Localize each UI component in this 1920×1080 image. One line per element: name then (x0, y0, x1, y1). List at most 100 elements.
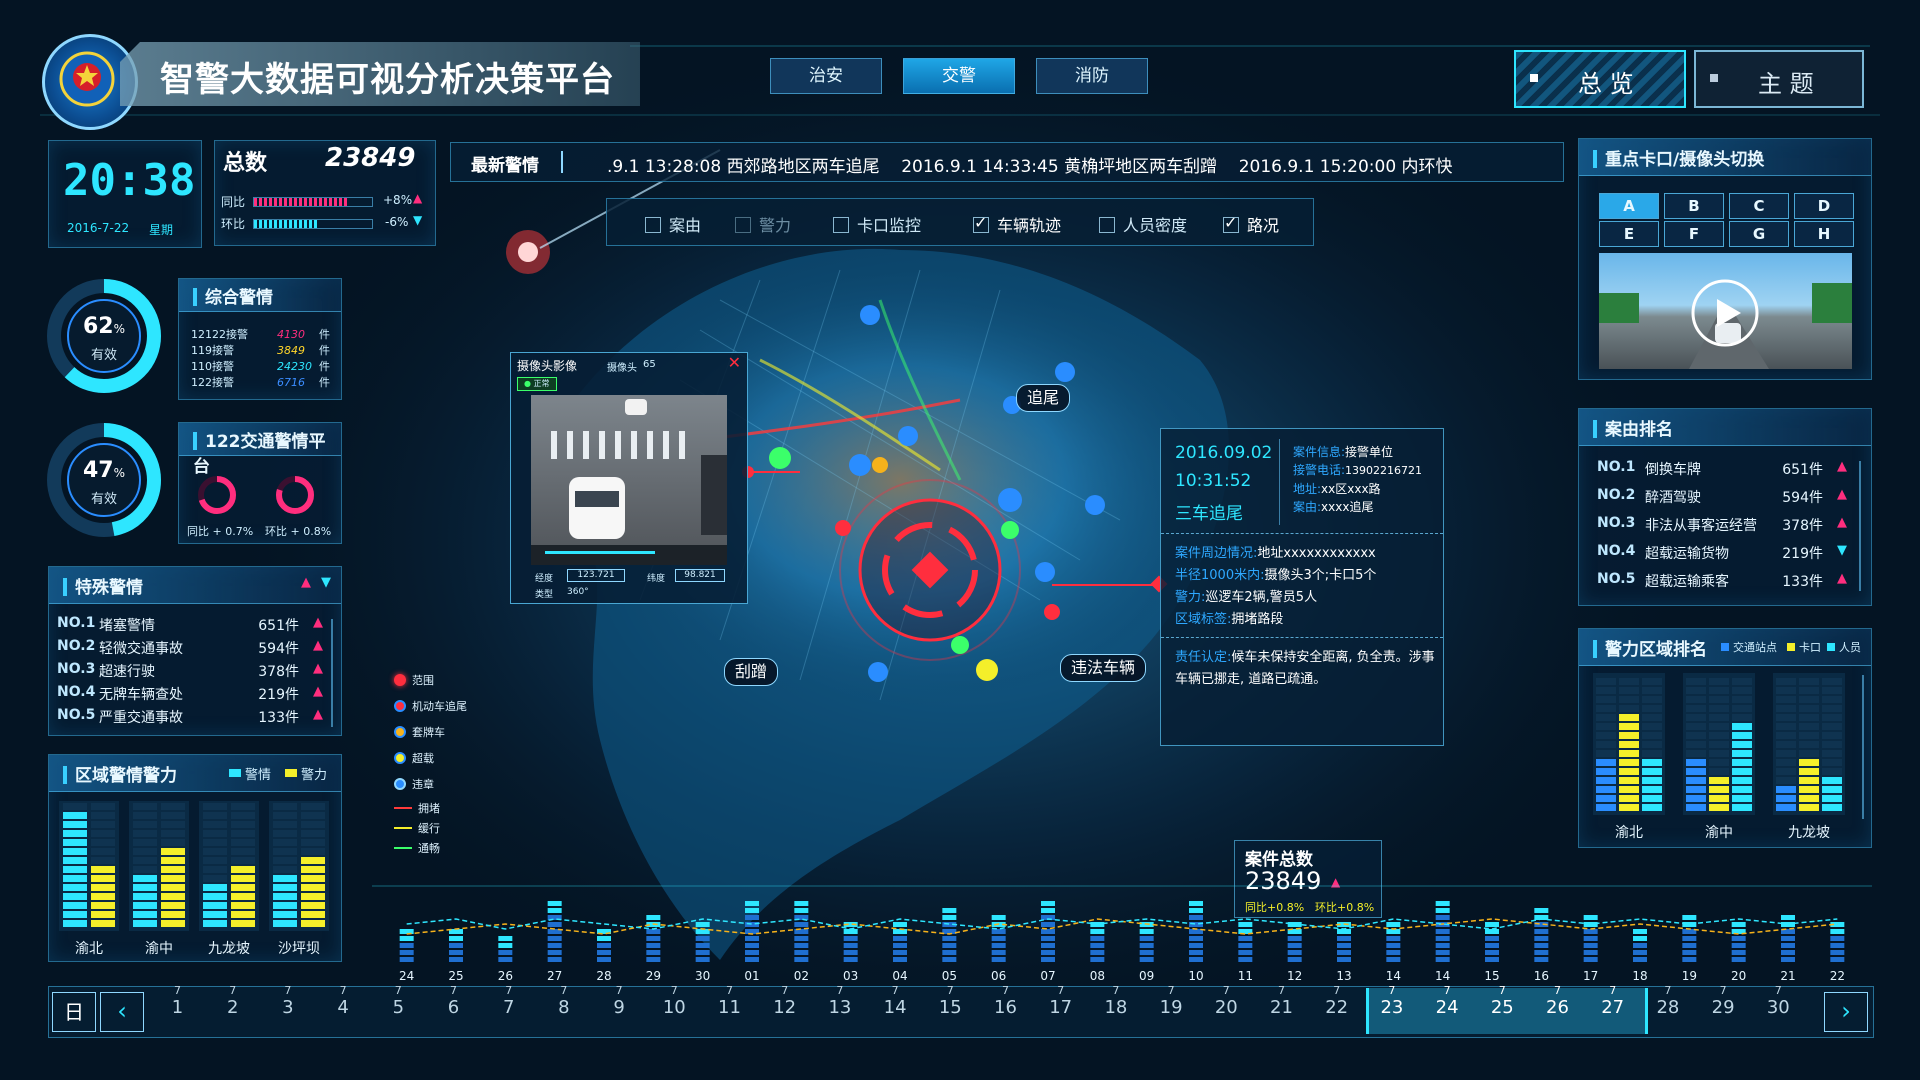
camera-button-d[interactable]: D (1794, 193, 1854, 219)
timeline-day[interactable]: 7 27 (1585, 980, 1640, 1030)
camera-button-h[interactable]: H (1794, 221, 1854, 247)
bar-警情 (203, 821, 227, 828)
list-item[interactable]: NO.2 醉酒驾驶 594件 ▲ (1597, 487, 1857, 509)
layer-police-checkbox[interactable] (735, 217, 751, 233)
list-item[interactable]: NO.1 倒换车牌 651件 ▲ (1597, 459, 1857, 481)
timeline-day[interactable]: 7 12 (757, 980, 812, 1030)
sort-down-icon[interactable]: ▼ (321, 575, 331, 590)
bar-警情 (273, 857, 297, 864)
layer-road-condition[interactable]: 路况 (1223, 212, 1279, 236)
list-item[interactable]: NO.4 超载运输货物 219件 ▼ (1597, 543, 1857, 565)
list-item[interactable]: NO.1 堵塞警情 651件 ▲ (57, 615, 333, 637)
tab-fire[interactable]: 消防 (1036, 58, 1148, 94)
timeline-prev-button[interactable]: ‹ (100, 992, 144, 1032)
mom-label: 环比 (221, 217, 246, 231)
layer-checkpoint-label: 卡口监控 (857, 216, 922, 235)
timeline-day[interactable]: 75 (371, 980, 426, 1030)
timeline-day[interactable]: 72 (205, 980, 260, 1030)
map-label-rear-end[interactable]: 追尾 (1016, 384, 1071, 412)
bar (1731, 922, 1746, 927)
timeline-day[interactable]: 7 11 (702, 980, 757, 1030)
list-item[interactable]: NO.2 轻微交通事故 594件 ▲ (57, 638, 333, 660)
timeline-day[interactable]: 7 29 (1696, 980, 1751, 1030)
list-item[interactable]: NO.4 无牌车辆查处 219件 ▲ (57, 684, 333, 706)
layer-toolbar: 案由 警力 卡口监控 车辆轨迹 人员密度 路况 (606, 198, 1314, 246)
timeline-day[interactable]: 7 30 (1751, 980, 1806, 1030)
timeline-day[interactable]: 7 14 (868, 980, 923, 1030)
list-item[interactable]: NO.5 严重交通事故 133件 ▲ (57, 707, 333, 729)
layer-crowd-density[interactable]: 人员密度 (1099, 212, 1187, 236)
map-label-scrape[interactable]: 刮蹭 (724, 658, 779, 686)
timeline-day[interactable]: 7 25 (1475, 980, 1530, 1030)
sort-up-icon[interactable]: ▲ (301, 575, 311, 590)
layer-case-checkbox[interactable] (645, 217, 661, 233)
rank-count: 651件 (258, 618, 299, 634)
bar-交通站点 (1596, 804, 1616, 811)
layer-crowd-density-checkbox[interactable] (1099, 217, 1115, 233)
bar (1386, 936, 1401, 941)
timeline-day[interactable]: 7 18 (1088, 980, 1143, 1030)
timeline-day[interactable]: 7 26 (1530, 980, 1585, 1030)
layer-vehicle-track-checkbox[interactable] (973, 213, 989, 233)
rank-name: 醉酒驾驶 (1645, 490, 1701, 506)
camera-button-a[interactable]: A (1599, 193, 1659, 219)
bar-人员 (1732, 768, 1752, 775)
camera-button-c[interactable]: C (1729, 193, 1789, 219)
theme-marker (1710, 74, 1718, 82)
timeline-day[interactable]: 74 (316, 980, 371, 1030)
list-item[interactable]: NO.3 非法从事客运经营 378件 ▲ (1597, 515, 1857, 537)
timeline-day[interactable]: 79 (592, 980, 647, 1030)
layer-checkpoint-checkbox[interactable] (833, 217, 849, 233)
timeline-day[interactable]: 73 (260, 980, 315, 1030)
layer-checkpoint[interactable]: 卡口监控 (833, 212, 921, 236)
bar (1090, 936, 1105, 941)
timeline-day[interactable]: 77 (481, 980, 536, 1030)
bar-卡口 (1619, 768, 1639, 775)
bar-卡口 (1619, 795, 1639, 802)
map-label-illegal-vehicle[interactable]: 违法车辆 (1060, 654, 1147, 682)
timeline-day[interactable]: 7 17 (1033, 980, 1088, 1030)
scrollbar[interactable] (1859, 461, 1861, 591)
camera-button-g[interactable]: G (1729, 221, 1789, 247)
tab-public-security[interactable]: 治安 (770, 58, 882, 94)
timeline-day[interactable]: 76 (426, 980, 481, 1030)
camera-video[interactable] (531, 395, 727, 565)
timeline-day[interactable]: 78 (536, 980, 591, 1030)
timeline-next-button[interactable]: › (1824, 992, 1868, 1032)
overview-button[interactable]: 总 览 (1514, 50, 1686, 108)
layer-case[interactable]: 案由 (645, 212, 701, 236)
list-item[interactable]: NO.5 超载运输乘客 133件 ▲ (1597, 571, 1857, 593)
legend-personnel-swatch (1827, 643, 1835, 651)
timeline-day[interactable]: 7 20 (1199, 980, 1254, 1030)
region-alerts-panel: 区域警情警力 警情 警力 渝北 渝中 九龙坡 沙坪坝 (48, 754, 342, 962)
bar (843, 943, 858, 948)
timeline-day[interactable]: 7 21 (1254, 980, 1309, 1030)
timeline-day[interactable]: 7 22 (1309, 980, 1364, 1030)
timeline-day[interactable]: 7 23 (1364, 980, 1419, 1030)
timeline-month: 7 (615, 984, 623, 997)
layer-police[interactable]: 警力 (735, 212, 791, 236)
timeline-day[interactable]: 7 13 (812, 980, 867, 1030)
close-icon[interactable]: ✕ (728, 353, 741, 372)
timeline-day[interactable]: 7 15 (923, 980, 978, 1030)
tab-traffic-police[interactable]: 交警 (903, 58, 1015, 94)
timeline-day[interactable]: 71 (150, 980, 205, 1030)
scrollbar[interactable] (331, 619, 333, 727)
timeline-day[interactable]: 7 28 (1640, 980, 1695, 1030)
camera-preview[interactable] (1599, 253, 1852, 369)
timeline-day[interactable]: 7 10 (647, 980, 702, 1030)
camera-button-b[interactable]: B (1664, 193, 1724, 219)
theme-button[interactable]: 主 题 (1694, 50, 1864, 108)
bar-警情 (273, 893, 297, 900)
timeline-unit-button[interactable]: 日 (52, 992, 96, 1032)
layer-vehicle-track[interactable]: 车辆轨迹 (973, 212, 1061, 236)
timeline-day[interactable]: 7 19 (1144, 980, 1199, 1030)
incident-time: 10:31:52 (1175, 471, 1252, 491)
timeline-day[interactable]: 7 16 (978, 980, 1033, 1030)
list-item[interactable]: NO.3 超速行驶 378件 ▲ (57, 661, 333, 683)
layer-road-condition-checkbox[interactable] (1223, 213, 1239, 233)
rank-count: 651件 (1782, 462, 1823, 478)
camera-button-e[interactable]: E (1599, 221, 1659, 247)
camera-button-f[interactable]: F (1664, 221, 1724, 247)
timeline-day[interactable]: 7 24 (1420, 980, 1475, 1030)
